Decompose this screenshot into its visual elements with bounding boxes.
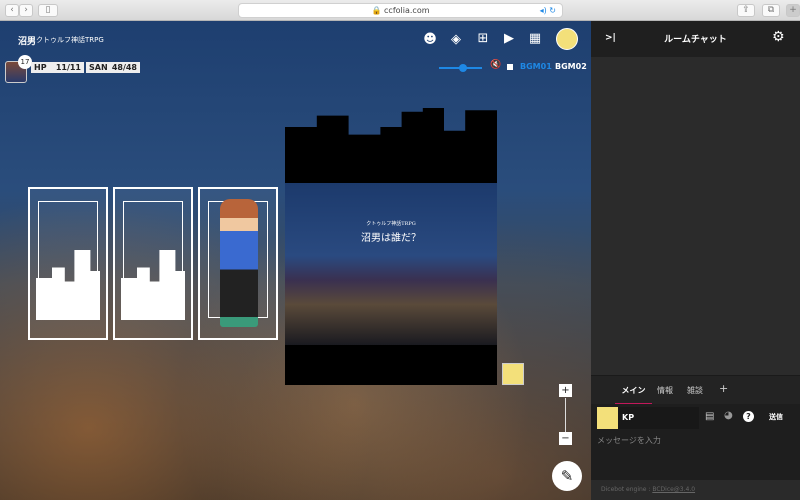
bgm-02[interactable]: BGM02 [555, 62, 587, 71]
forward-button[interactable]: › [19, 4, 33, 17]
tabs-button[interactable]: ⧉ [762, 4, 780, 17]
address-bar[interactable]: 🔒 ccfolia.com ◂) ↻ [238, 3, 563, 18]
room-name: 沼男 [18, 37, 37, 47]
send-button[interactable]: 送信 [769, 412, 783, 422]
room-system: クトゥルフ神話TRPG [36, 36, 104, 44]
new-tab-button[interactable]: + [786, 4, 800, 17]
message-input[interactable]: メッセージを入力 [597, 435, 661, 446]
back-button[interactable]: ‹ [5, 4, 19, 17]
card-1[interactable] [28, 187, 108, 340]
chat-tabs: メイン 情報 雑談 + [591, 375, 800, 405]
chat-title: ルームチャット [664, 35, 727, 45]
audio-icon[interactable]: ◂) ↻ [540, 4, 556, 17]
scene-title: 沼男は誰だ？ [361, 233, 421, 244]
edit-fab[interactable]: ✎ [552, 461, 582, 491]
scene-footer [285, 345, 497, 385]
stat-hp: HP 11/11 [31, 62, 84, 73]
bgm-01[interactable]: BGM01 [520, 62, 552, 71]
chat-panel: >| ルームチャット ⚙ メイン 情報 雑談 + KP ▤ ◕ ? 送信 メッセ… [591, 21, 800, 500]
sidebar-button[interactable]: ▯ [38, 4, 58, 17]
card-2[interactable] [113, 187, 193, 340]
share-button[interactable]: ⇪ [737, 4, 755, 17]
zoom-in-button[interactable]: + [559, 384, 572, 397]
speaker-avatar [597, 407, 618, 429]
character-figure [220, 199, 258, 327]
volume-slider[interactable] [439, 64, 482, 72]
gear-icon[interactable]: ⚙ [772, 29, 785, 45]
tab-chatter[interactable]: 雑談 [687, 385, 703, 396]
chat-input-area: KP ▤ ◕ ? 送信 メッセージを入力 [591, 404, 800, 480]
bcdice-link[interactable]: BCDice@3.4.0 [652, 486, 695, 493]
speaker-select[interactable]: KP [597, 407, 699, 429]
movie-icon[interactable]: ▦ [527, 31, 543, 46]
chat-footer: Dicebot engine : BCDice@3.4.0 [591, 480, 800, 500]
city-silhouette [285, 108, 497, 184]
initiative-badge: 17 [18, 55, 32, 69]
card-3[interactable] [198, 187, 278, 340]
stop-icon[interactable] [507, 64, 513, 70]
layers-icon[interactable]: ◈ [448, 32, 464, 47]
scene-subtitle: クトゥルフ神話TRPG [366, 221, 416, 227]
chat-header: >| ルームチャット ⚙ [591, 21, 800, 57]
screen-icon[interactable]: ▶ [501, 31, 517, 46]
add-comment-icon[interactable]: ⊞ [475, 31, 491, 46]
character-sheet-icon[interactable]: ▤ [705, 411, 714, 422]
zoom-out-button[interactable]: − [559, 432, 572, 445]
token-kp[interactable] [502, 363, 524, 385]
tab-info[interactable]: 情報 [657, 385, 673, 396]
zoom-slider[interactable] [565, 398, 566, 432]
url-text: ccfolia.com [384, 6, 430, 15]
add-tab-button[interactable]: + [719, 382, 728, 395]
browser-toolbar: ‹ › ▯ 🔒 ccfolia.com ◂) ↻ ⇪ ⧉ + [0, 0, 800, 21]
palette-icon[interactable]: ◕ [724, 410, 733, 421]
game-board[interactable]: 沼男 クトゥルフ神話TRPG 17 HP 11/11 SAN 48/48 ☻ ◈ ⊞… [0, 21, 591, 500]
speaker-name: KP [622, 413, 635, 422]
scene-image: クトゥルフ神話TRPG 沼男は誰だ？ [285, 183, 497, 345]
scene-panel[interactable]: クトゥルフ神話TRPG 沼男は誰だ？ [285, 108, 497, 385]
face-icon[interactable]: ☻ [422, 32, 438, 47]
user-avatar[interactable] [556, 28, 578, 50]
tab-main[interactable]: メイン [615, 385, 652, 405]
mute-icon[interactable]: 🔇 [488, 60, 504, 70]
help-icon[interactable]: ? [743, 411, 754, 422]
stat-san: SAN 48/48 [86, 62, 140, 73]
